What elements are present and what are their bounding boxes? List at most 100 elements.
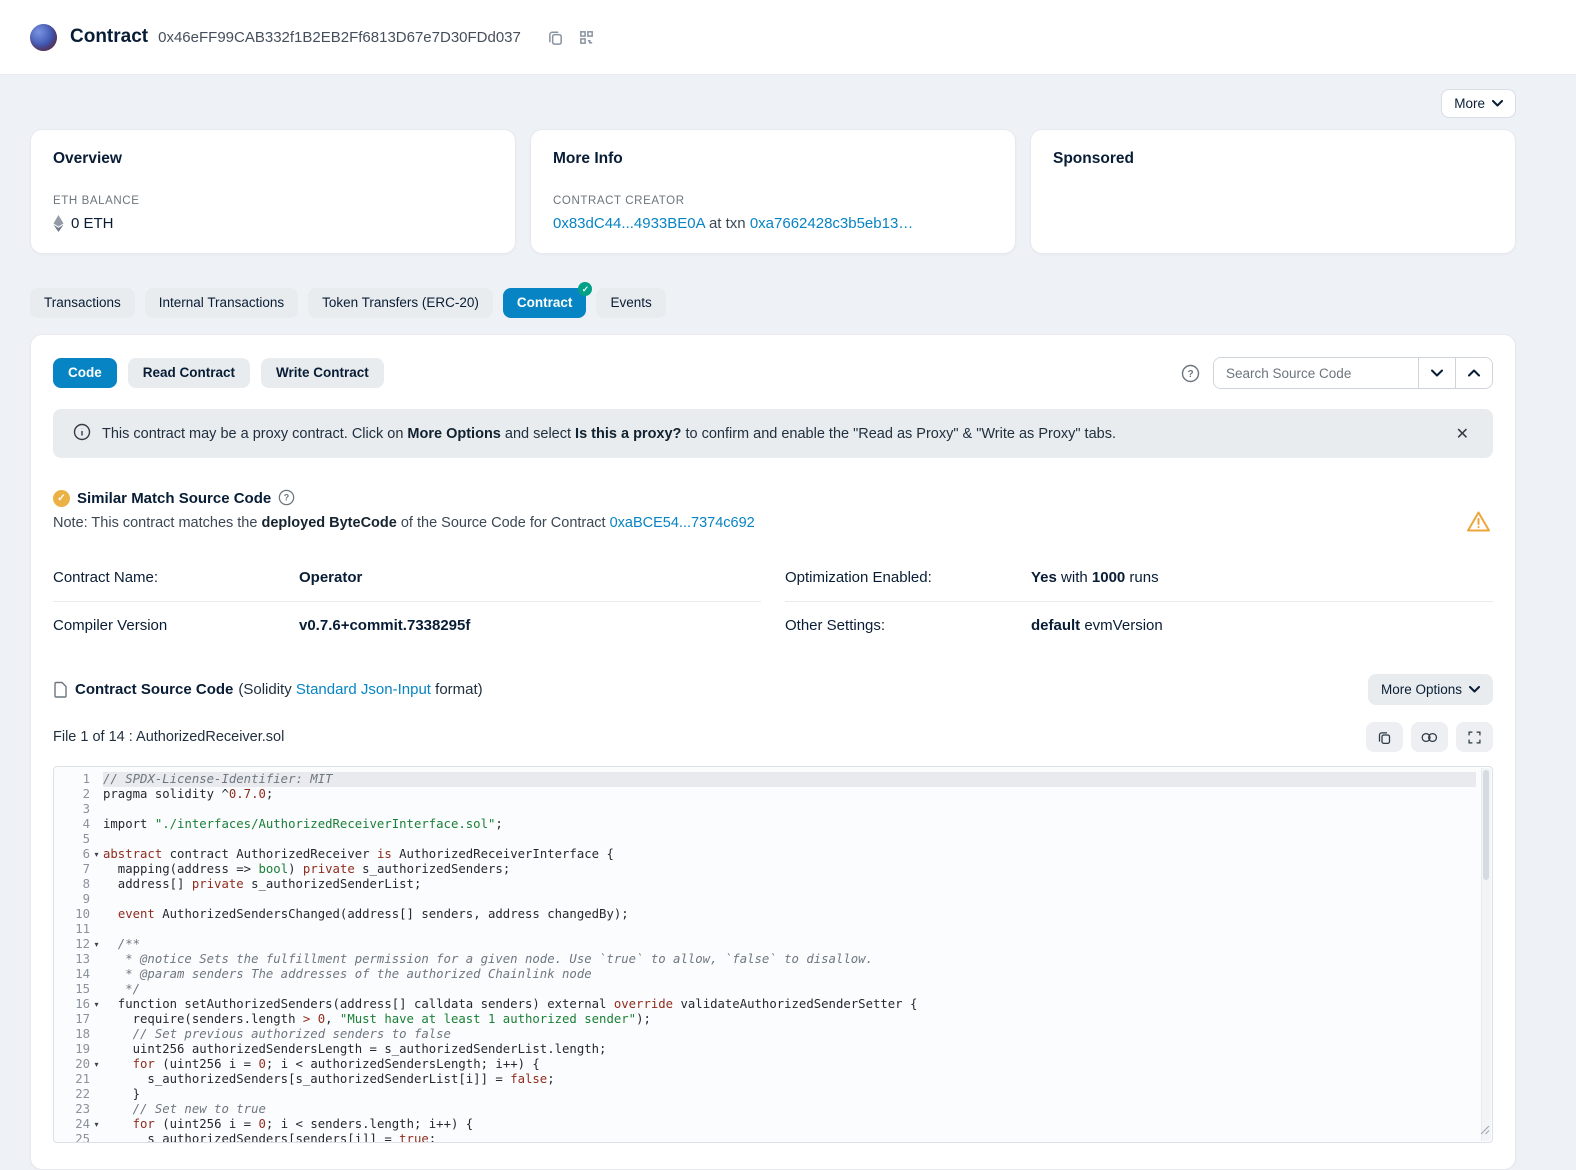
other-settings-value: default evmVersion [1031, 617, 1493, 634]
code-line: 17 require(senders.length > 0, "Must hav… [54, 1012, 1476, 1027]
code-line: 11 [54, 922, 1476, 937]
similar-match-check-icon: ✓ [53, 490, 70, 507]
overview-title: Overview [53, 150, 493, 168]
line-number: 7 [54, 862, 90, 877]
code-text: // Set previous authorized senders to fa… [103, 1027, 1476, 1042]
code-text: */ [103, 982, 1476, 997]
line-number: 11 [54, 922, 90, 937]
search-source-code-input[interactable] [1214, 358, 1418, 388]
page-title: Contract [70, 26, 148, 48]
creator-txn-link[interactable]: 0xa7662428c3b5eb13… [750, 215, 913, 232]
copy-icon [1377, 730, 1392, 745]
similar-match-help-icon[interactable]: ? [278, 489, 297, 508]
line-number: 1 [54, 772, 90, 787]
subtab-write-contract[interactable]: Write Contract [261, 358, 384, 388]
line-number: 20 [54, 1057, 90, 1072]
tab-events[interactable]: Events [596, 288, 665, 318]
meta-row-compiler: Compiler Version v0.7.6+commit.7338295f [53, 601, 761, 649]
similar-match-header: ✓ Similar Match Source Code ? [53, 489, 1493, 508]
contract-creator-label: CONTRACT CREATOR [553, 195, 993, 207]
code-text: } [103, 1087, 1476, 1102]
code-scrollbar-thumb[interactable] [1483, 770, 1489, 880]
code-text: // SPDX-License-Identifier: MIT [103, 772, 1476, 787]
resize-handle[interactable] [1479, 1122, 1490, 1140]
ethereum-icon [53, 215, 64, 232]
optimization-label: Optimization Enabled: [785, 569, 1031, 586]
fold-spacer [90, 892, 103, 907]
line-number: 25 [54, 1132, 90, 1143]
close-notice-button[interactable]: ✕ [1452, 420, 1473, 448]
fold-toggle-icon[interactable]: ▾ [90, 997, 103, 1012]
code-line: 23 // Set new to true [54, 1102, 1476, 1117]
code-line: 21 s_authorizedSenders[s_authorizedSende… [54, 1072, 1476, 1087]
qr-code-button[interactable] [576, 27, 597, 48]
fold-spacer [90, 832, 103, 847]
svg-text:?: ? [1187, 369, 1193, 380]
fold-spacer [90, 907, 103, 922]
meta-left-column: Contract Name: Operator Compiler Version… [53, 554, 761, 649]
chevron-down-icon [1431, 369, 1443, 377]
meta-row-contract-name: Contract Name: Operator [53, 554, 761, 601]
contract-name-label: Contract Name: [53, 569, 299, 586]
fold-spacer [90, 1072, 103, 1087]
contract-address: 0x46eFF99CAB332f1B2EB2Ff6813D67e7D30FDd0… [158, 29, 521, 46]
code-text [103, 832, 1476, 847]
code-line: 9 [54, 892, 1476, 907]
more-button[interactable]: More [1441, 89, 1516, 118]
contract-avatar [30, 24, 57, 51]
help-icon[interactable]: ? [1181, 364, 1200, 383]
fold-toggle-icon[interactable]: ▾ [90, 937, 103, 952]
optimization-value: Yes with 1000 runs [1031, 569, 1493, 586]
tab-contract-label: Contract [517, 295, 573, 310]
creator-address-link[interactable]: 0x83dC44...4933BE0A [553, 215, 705, 232]
fullscreen-button[interactable] [1456, 722, 1493, 752]
code-scrollbar[interactable] [1481, 768, 1491, 1141]
search-next-button[interactable] [1418, 358, 1455, 388]
permalink-button[interactable] [1411, 722, 1448, 752]
fold-spacer [90, 952, 103, 967]
similar-contract-link[interactable]: 0xaBCE54...7374c692 [610, 515, 755, 531]
line-number: 4 [54, 817, 90, 832]
code-text: * @param senders The addresses of the au… [103, 967, 1476, 982]
json-input-link[interactable]: Standard Json-Input [296, 681, 431, 698]
expand-icon [1467, 730, 1482, 745]
line-number: 9 [54, 892, 90, 907]
code-line: 12▾ /** [54, 937, 1476, 952]
code-line: 20▾ for (uint256 i = 0; i < authorizedSe… [54, 1057, 1476, 1072]
fold-toggle-icon[interactable]: ▾ [90, 1057, 103, 1072]
similar-match-note: Note: This contract matches the deployed… [53, 515, 1493, 531]
warning-triangle-icon [1466, 510, 1491, 538]
source-code-editor[interactable]: 1// SPDX-License-Identifier: MIT2pragma … [53, 766, 1493, 1143]
code-line: 22 } [54, 1087, 1476, 1102]
more-info-title: More Info [553, 150, 993, 168]
code-text: mapping(address => bool) private s_autho… [103, 862, 1476, 877]
copy-address-button[interactable] [545, 27, 566, 48]
subtab-code[interactable]: Code [53, 358, 117, 388]
tab-transactions[interactable]: Transactions [30, 288, 135, 318]
fold-spacer [90, 982, 103, 997]
tab-contract[interactable]: Contract ✓ [503, 288, 587, 318]
fold-toggle-icon[interactable]: ▾ [90, 847, 103, 862]
fold-spacer [90, 922, 103, 937]
code-text [103, 802, 1476, 817]
address-tabs: Transactions Internal Transactions Token… [30, 288, 1516, 318]
contract-subnav: Code Read Contract Write Contract ? [53, 357, 1493, 389]
code-text: event AuthorizedSendersChanged(address[]… [103, 907, 1476, 922]
code-line: 14 * @param senders The addresses of the… [54, 967, 1476, 982]
subtab-read-contract[interactable]: Read Contract [128, 358, 250, 388]
tab-internal-transactions[interactable]: Internal Transactions [145, 288, 298, 318]
line-number: 15 [54, 982, 90, 997]
chevron-down-icon [1469, 686, 1480, 693]
fold-toggle-icon[interactable]: ▾ [90, 1117, 103, 1132]
search-prev-button[interactable] [1455, 358, 1492, 388]
code-line: 6▾abstract contract AuthorizedReceiver i… [54, 847, 1476, 862]
code-line: 10 event AuthorizedSendersChanged(addres… [54, 907, 1476, 922]
copy-source-button[interactable] [1366, 722, 1403, 752]
qr-code-icon [578, 29, 595, 46]
tab-token-transfers[interactable]: Token Transfers (ERC-20) [308, 288, 493, 318]
meta-row-other-settings: Other Settings: default evmVersion [785, 601, 1493, 649]
fold-spacer [90, 787, 103, 802]
more-options-button[interactable]: More Options [1368, 674, 1493, 705]
source-code-header: Contract Source Code (Solidity Standard … [53, 674, 1493, 705]
summary-cards: Overview ETH BALANCE 0 ETH More Info CON… [30, 129, 1516, 254]
